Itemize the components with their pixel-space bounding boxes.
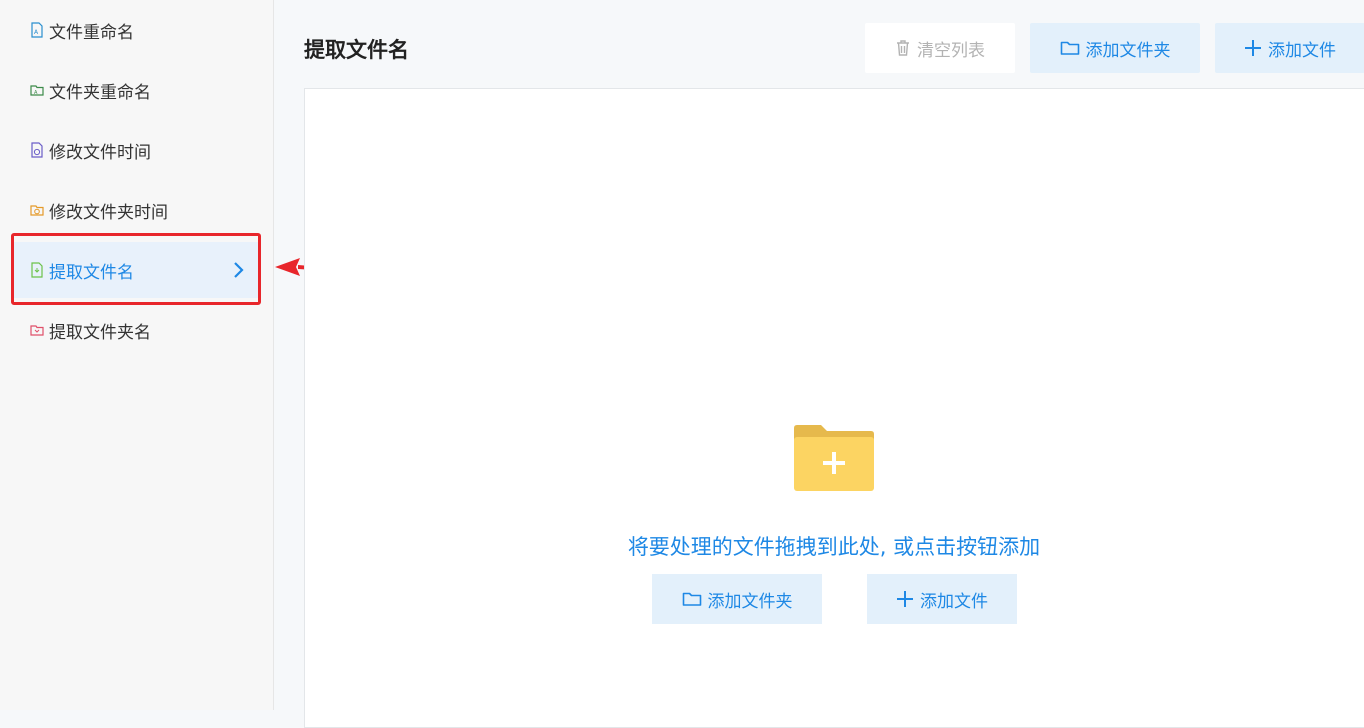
trash-icon [897,40,909,56]
sidebar-item-folder-rename[interactable]: A 文件夹重命名 [14,62,259,118]
chevron-right-icon [234,262,244,278]
center-add-folder-label: 添加文件夹 [707,591,793,612]
svg-text:A: A [34,90,38,96]
sidebar-item-file-time[interactable]: 修改文件时间 [14,122,259,178]
extract-filename-icon [31,262,43,278]
center-add-file-label: 添加文件 [920,591,988,612]
sidebar-item-label: 文件夹重命名 [49,82,151,103]
svg-text:A: A [34,29,39,36]
add-file-button[interactable]: 添加文件 [1215,23,1364,73]
folder-time-icon [30,205,44,216]
sidebar-item-label: 提取文件名 [49,262,134,283]
sidebar-item-extract-filename[interactable]: 提取文件名 [14,242,259,298]
page-title: 提取文件名 [304,38,409,62]
file-rename-icon: A [31,22,43,38]
drop-zone[interactable] [304,88,1364,728]
clear-list-label: 清空列表 [917,40,985,61]
plus-icon [1245,40,1261,56]
add-folder-label: 添加文件夹 [1085,40,1171,61]
sidebar-item-label: 修改文件时间 [49,142,151,163]
add-folder-button[interactable]: 添加文件夹 [1030,23,1200,73]
center-add-folder-button[interactable]: 添加文件夹 [652,574,822,624]
add-file-label: 添加文件 [1268,40,1336,61]
folder-icon [682,592,701,606]
folder-icon [1060,41,1079,55]
file-time-icon [31,142,43,158]
sidebar-item-label: 文件重命名 [49,22,134,43]
sidebar-item-file-rename[interactable]: A 文件重命名 [14,2,259,58]
drop-hint-text: 将要处理的文件拖拽到此处, 或点击按钮添加 [627,535,1041,559]
folder-rename-icon: A [30,85,44,96]
clear-list-button[interactable]: 清空列表 [865,23,1015,73]
plus-icon [897,591,913,607]
sidebar-item-label: 提取文件夹名 [49,322,151,343]
sidebar-item-label: 修改文件夹时间 [49,202,168,223]
sidebar: A 文件重命名 A 文件夹重命名 修改文件时间 修改文件夹时间 提取文件名 提取… [0,0,274,710]
sidebar-item-folder-time[interactable]: 修改文件夹时间 [14,182,259,238]
main-panel: 提取文件名 清空列表 添加文件夹 添加文件 将要处理的文件拖拽到此处, 或点击按… [274,0,1364,728]
center-add-file-button[interactable]: 添加文件 [867,574,1017,624]
extract-foldername-icon [30,325,44,336]
sidebar-item-extract-foldername[interactable]: 提取文件夹名 [14,302,259,358]
add-folder-illustration-icon [794,425,874,491]
